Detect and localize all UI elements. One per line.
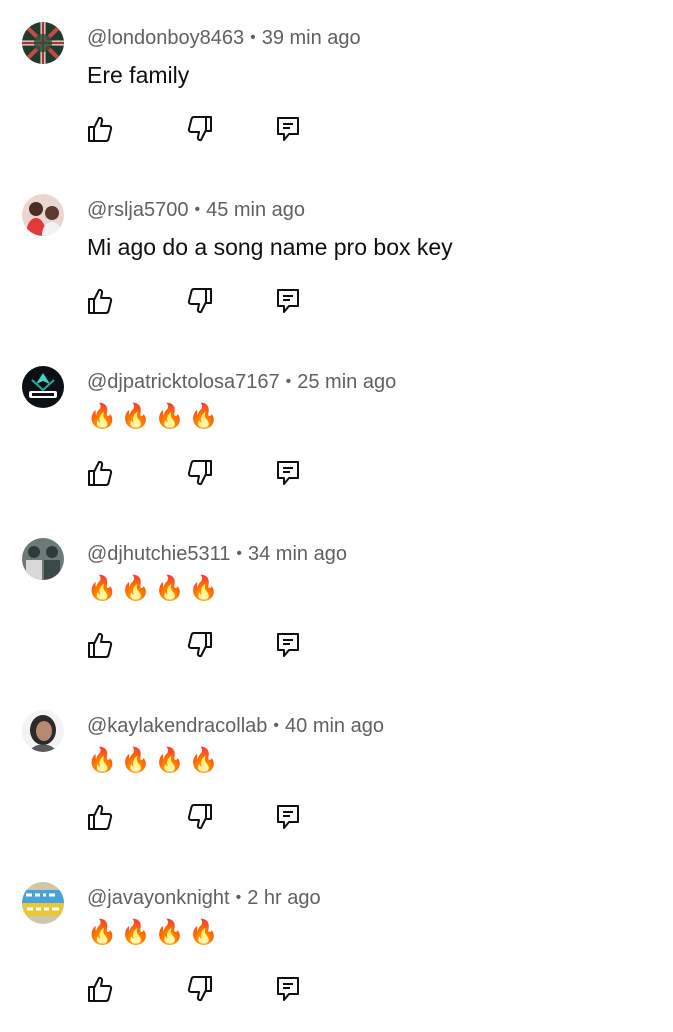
- reply-button[interactable]: [274, 286, 302, 316]
- comment-time: 2 hr ago: [247, 887, 321, 909]
- comment-item: @djhutchie5311 • 34 min ago 🔥🔥🔥🔥: [0, 516, 673, 688]
- separator-dot: •: [235, 889, 242, 906]
- thumbs-up-icon: [88, 632, 113, 658]
- comment-time: 34 min ago: [247, 543, 347, 565]
- reply-icon: [277, 289, 299, 313]
- comment-item: @londonboy8463 • 39 min ago Ere family: [0, 0, 673, 172]
- reply-icon: [277, 117, 299, 141]
- comment-text: 🔥🔥🔥🔥: [87, 747, 223, 774]
- avatar[interactable]: [22, 538, 64, 580]
- comment-time: 40 min ago: [285, 715, 384, 737]
- reply-button[interactable]: [274, 974, 302, 1004]
- separator-dot: •: [236, 545, 242, 562]
- thumbs-up-icon: [88, 288, 113, 314]
- thumbs-up-icon: [88, 460, 113, 486]
- comment-text: 🔥🔥🔥🔥: [87, 575, 223, 602]
- reply-icon: [277, 461, 299, 485]
- thumbs-down-icon: [187, 460, 212, 486]
- comment-author[interactable]: @djpatricktolosa7167: [87, 371, 280, 393]
- comment-author[interactable]: @djhutchie5311: [87, 543, 230, 565]
- thumbs-up-icon: [88, 976, 113, 1002]
- comment-author[interactable]: @rslja5700: [87, 199, 188, 221]
- separator-dot: •: [273, 717, 280, 734]
- comment-header: @rslja5700 • 45 min ago: [87, 198, 305, 224]
- separator-dot: •: [194, 201, 201, 218]
- avatar[interactable]: [22, 366, 64, 408]
- thumbs-up-icon: [88, 116, 113, 142]
- thumbs-down-icon: [187, 288, 212, 314]
- thumbs-down-icon: [187, 632, 212, 658]
- avatar[interactable]: [22, 710, 64, 752]
- reply-icon: [277, 977, 299, 1001]
- comment-time: 45 min ago: [206, 199, 306, 221]
- comment-actions: [0, 286, 673, 320]
- separator-dot: •: [250, 29, 256, 46]
- like-button[interactable]: [86, 974, 114, 1004]
- comment-time: 39 min ago: [261, 27, 361, 49]
- comment-author[interactable]: @javayonknight: [87, 887, 230, 909]
- comment-item: @javayonknight • 2 hr ago 🔥🔥🔥🔥: [0, 860, 673, 1032]
- avatar[interactable]: [22, 22, 64, 64]
- like-button[interactable]: [86, 802, 114, 832]
- dislike-button[interactable]: [186, 802, 214, 832]
- comment-text: Ere family: [87, 62, 190, 88]
- separator-dot: •: [285, 373, 292, 390]
- comment-item: @kaylakendracollab • 40 min ago 🔥🔥🔥🔥: [0, 688, 673, 860]
- dislike-button[interactable]: [186, 974, 214, 1004]
- comment-header: @kaylakendracollab • 40 min ago: [87, 714, 384, 740]
- thumbs-down-icon: [187, 976, 212, 1002]
- reply-button[interactable]: [274, 114, 302, 144]
- comment-item: @djpatricktolosa7167 • 25 min ago 🔥🔥🔥🔥: [0, 344, 673, 516]
- like-button[interactable]: [86, 114, 114, 144]
- reply-icon: [277, 805, 299, 829]
- comment-header: @javayonknight • 2 hr ago: [87, 886, 321, 912]
- comment-header: @djpatricktolosa7167 • 25 min ago: [87, 370, 396, 396]
- comment-actions: [0, 802, 673, 836]
- comment-text: 🔥🔥🔥🔥: [87, 919, 223, 946]
- comment-text: Mi ago do a song name pro box key: [87, 234, 453, 260]
- thumbs-down-icon: [187, 116, 212, 142]
- comment-author[interactable]: @kaylakendracollab: [87, 715, 267, 737]
- like-button[interactable]: [86, 630, 114, 660]
- comment-actions: [0, 630, 673, 664]
- like-button[interactable]: [86, 286, 114, 316]
- dislike-button[interactable]: [186, 630, 214, 660]
- reply-button[interactable]: [274, 802, 302, 832]
- dislike-button[interactable]: [186, 114, 214, 144]
- avatar[interactable]: [22, 882, 64, 924]
- comment-header: @djhutchie5311 • 34 min ago: [87, 542, 347, 568]
- reply-button[interactable]: [274, 458, 302, 488]
- thumbs-up-icon: [88, 804, 113, 830]
- comment-header: @londonboy8463 • 39 min ago: [87, 26, 361, 52]
- comment-actions: [0, 974, 673, 1008]
- comment-actions: [0, 458, 673, 492]
- comment-time: 25 min ago: [297, 371, 397, 393]
- avatar[interactable]: [22, 194, 64, 236]
- thumbs-down-icon: [187, 804, 212, 830]
- reply-button[interactable]: [274, 630, 302, 660]
- dislike-button[interactable]: [186, 286, 214, 316]
- dislike-button[interactable]: [186, 458, 214, 488]
- comment-actions: [0, 114, 673, 148]
- comment-author[interactable]: @londonboy8463: [87, 27, 244, 49]
- like-button[interactable]: [86, 458, 114, 488]
- comment-text: 🔥🔥🔥🔥: [87, 403, 223, 430]
- comment-item: @rslja5700 • 45 min ago Mi ago do a song n…: [0, 172, 673, 344]
- reply-icon: [277, 633, 299, 657]
